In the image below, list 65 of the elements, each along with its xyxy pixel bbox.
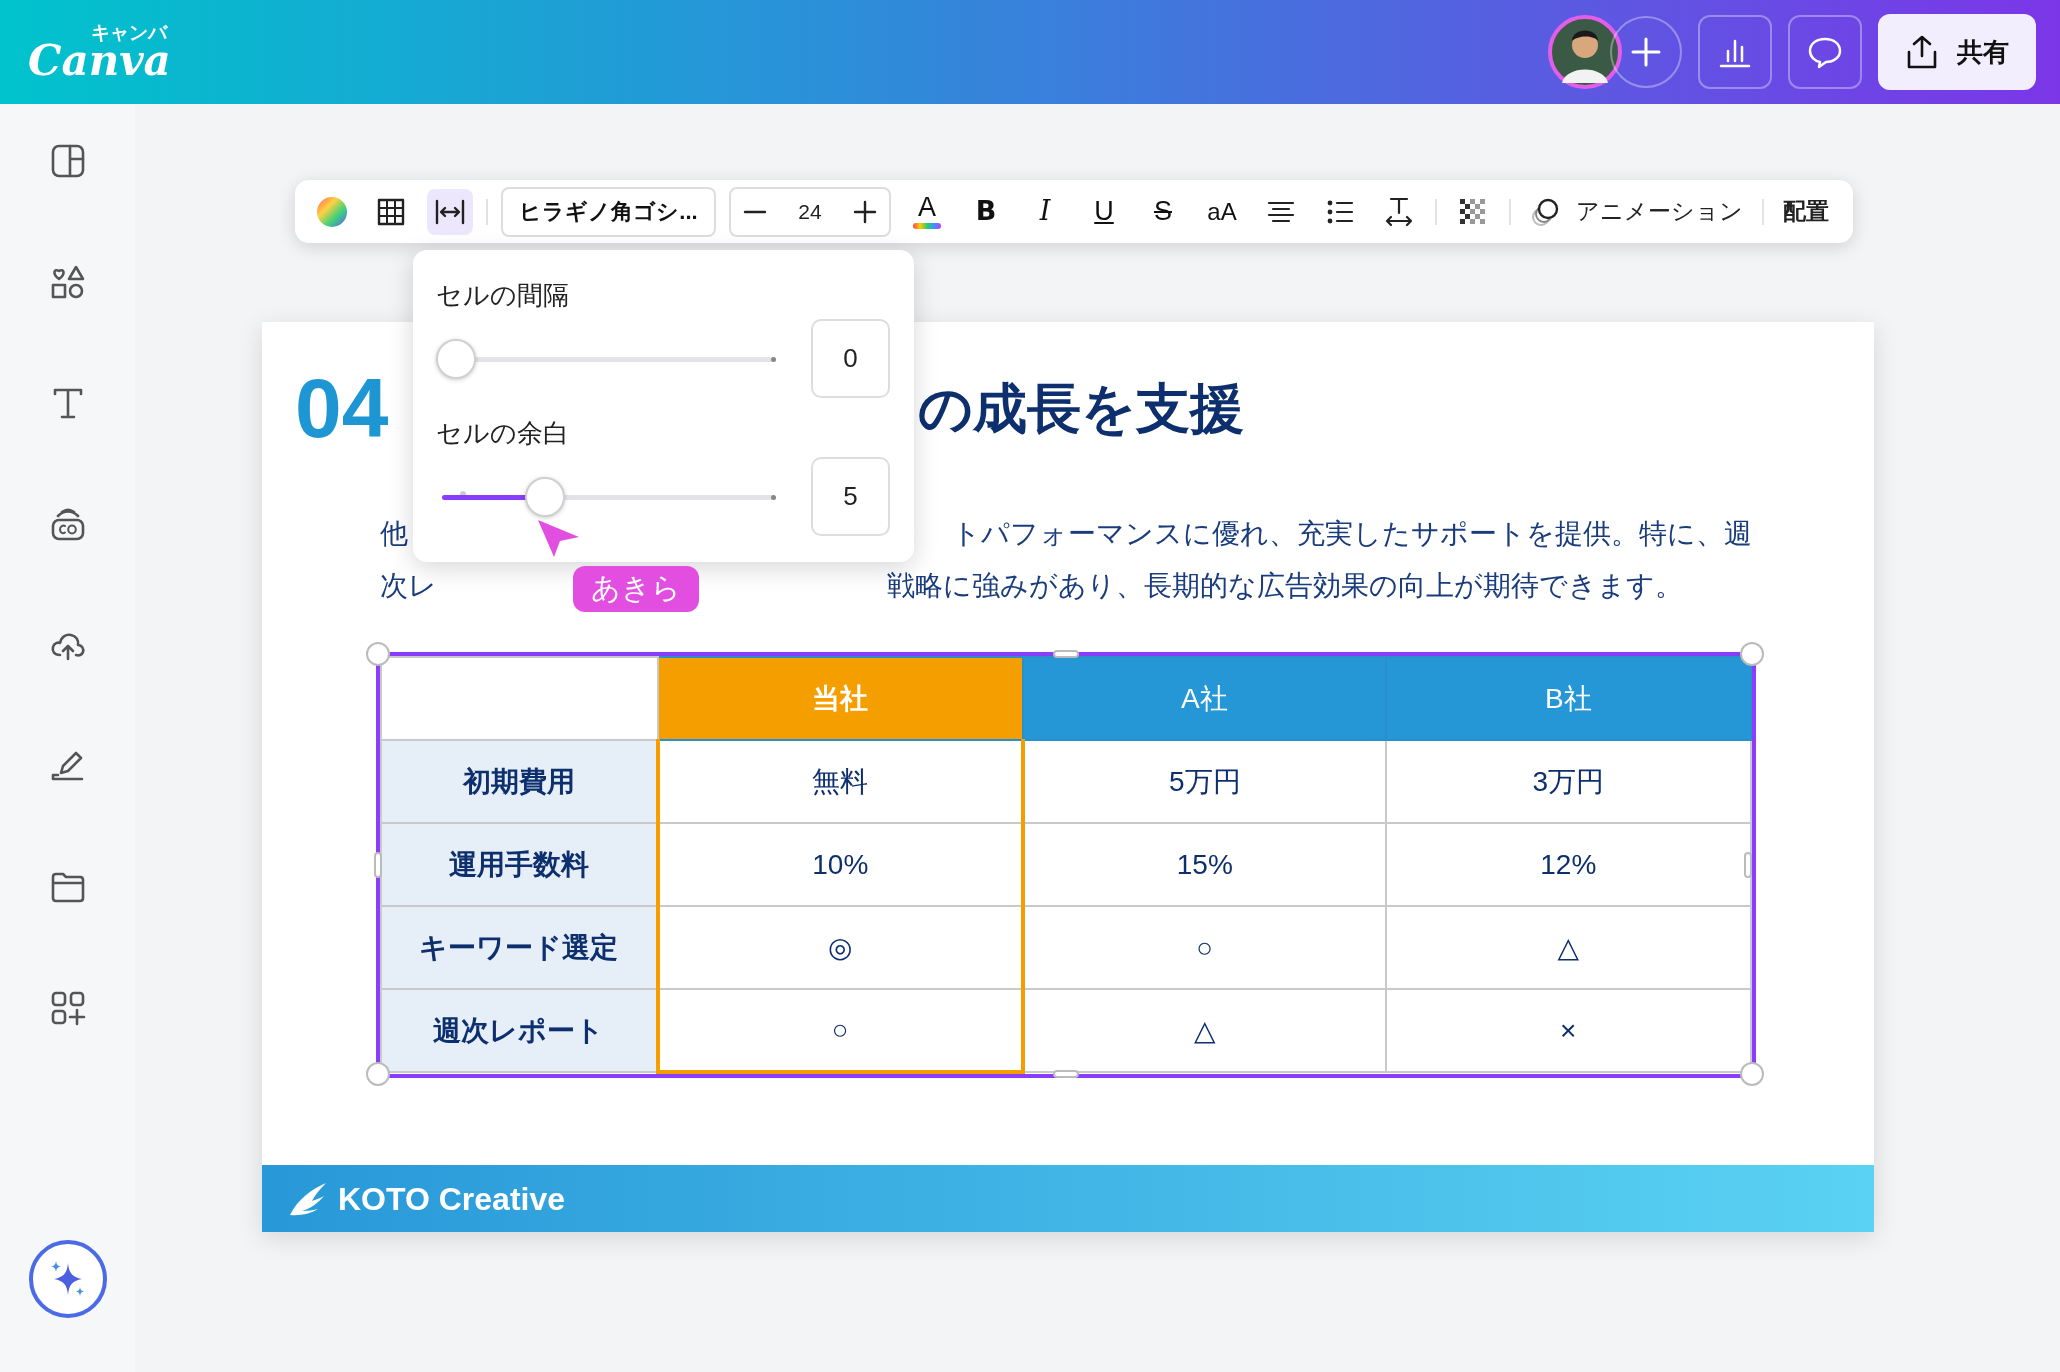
resize-handle[interactable] [1740,642,1764,666]
avatar[interactable] [1548,15,1622,89]
table-cell: 無料 [657,740,1024,823]
section-number: 04 [295,366,389,450]
table-cell: 15% [1023,823,1386,906]
slider-label: セルの余白 [436,417,569,450]
brand-name: KOTO Creative [338,1179,566,1219]
row-header: 運用手数料 [381,823,658,906]
comment-button[interactable] [1788,15,1862,89]
value-field[interactable]: 5 [811,457,890,536]
column-header: 当社 [657,657,1024,740]
underline-button[interactable]: U [1081,188,1127,235]
spacing-button[interactable] [427,188,473,235]
position-button[interactable]: 配置 [1777,194,1835,229]
animate-button[interactable]: アニメーション [1524,194,1749,229]
table-cell: ○ [657,989,1024,1072]
resize-handle[interactable] [1053,650,1079,658]
column-header: B社 [1385,657,1751,740]
share-button[interactable]: 共有 [1878,14,2036,90]
comparison-table[interactable]: 当社 A社 B社 初期費用 無料 5万円 3万円 運用手数料 10% 15% 12% キーワード選定 ◎ ○ △ 週次レポート ○ △ × [380,656,1752,1074]
resize-handle[interactable] [1740,1062,1764,1086]
table-cell: 5万円 [1023,740,1386,823]
resize-handle[interactable] [366,1062,390,1086]
font-dropdown[interactable]: ヒラギノ角ゴシ... [501,186,716,237]
table-cell: ○ [1023,906,1386,989]
resize-handle[interactable] [1744,852,1752,878]
insights-button[interactable] [1698,15,1772,89]
bold-button[interactable]: B [963,188,1009,235]
table-cell: × [1385,989,1751,1072]
table-cell: △ [1385,906,1751,989]
table-cell: 3万円 [1385,740,1751,823]
paragraph-text: 他 [380,517,408,551]
upload-icon [1905,34,1939,70]
row-header: 初期費用 [381,740,658,823]
add-button[interactable] [1610,16,1682,88]
letter-case-button[interactable]: aA [1199,188,1245,235]
table-cell: 10% [657,823,1024,906]
strikethrough-button[interactable]: S [1140,188,1186,235]
comment-icon [1807,35,1843,69]
paragraph-text: トパフォーマンスに優れ、充実したサポートを提供。特に、週 [952,517,1752,551]
collaborator-label: あきら [573,566,699,612]
paragraph-text: 戦略に強みがあり、長期的な広告効果の向上が期待できます。 [887,569,1683,603]
column-header: A社 [1023,657,1386,740]
plus-icon [1629,35,1663,69]
row-header: キーワード選定 [381,906,658,989]
color-wheel-icon [315,194,349,229]
slider[interactable] [436,338,776,379]
slider-thumb[interactable] [525,476,565,517]
row-header: 週次レポート [381,989,658,1072]
text-color-button[interactable]: A [904,188,950,235]
value-field[interactable]: 0 [811,319,890,398]
slider-thumb[interactable] [436,338,476,379]
wing-icon [288,1180,328,1217]
table-cell: △ [1023,989,1386,1072]
slide-title: の成長を支援 [918,381,1244,435]
table-cell: ◎ [657,906,1024,989]
paragraph-text: 次レ [380,569,437,603]
plus-icon [852,198,878,225]
cursor-icon [535,517,581,559]
resize-handle[interactable] [1053,1070,1079,1078]
resize-handle[interactable] [366,642,390,666]
slider-label: セルの間隔 [436,279,569,312]
italic-button[interactable]: I [1022,188,1068,235]
minus-icon [743,209,767,214]
resize-handle[interactable] [374,852,382,878]
